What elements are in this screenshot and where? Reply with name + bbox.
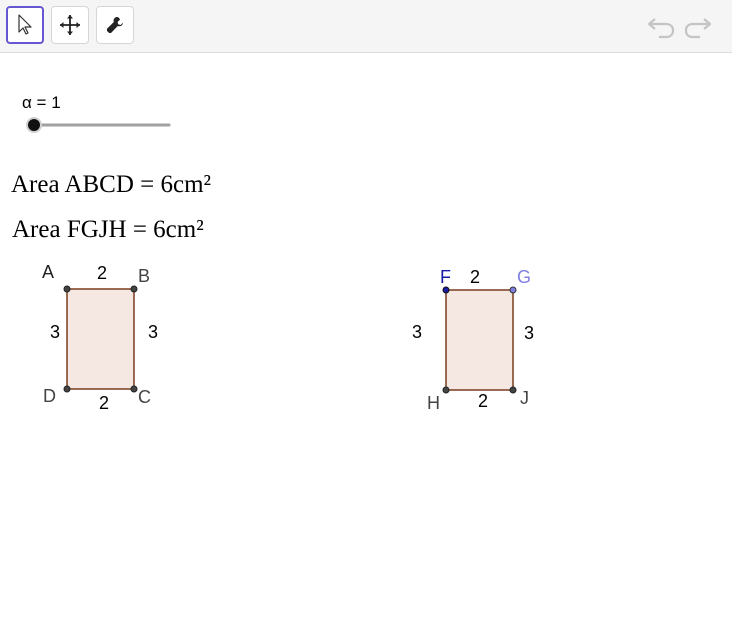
move-graphics-icon — [60, 15, 80, 35]
vertex-label-a: A — [42, 262, 54, 282]
vertex-label-c: C — [138, 387, 151, 407]
slider-label: α = 1 — [22, 93, 61, 112]
alpha-slider[interactable] — [20, 115, 180, 135]
graphics-view[interactable]: α = 1 Area ABCD = 6cm² Area FGJH = 6cm² … — [0, 53, 732, 627]
point-d[interactable] — [63, 385, 71, 393]
rectangle-fgjh[interactable] — [445, 289, 514, 391]
point-a[interactable] — [63, 285, 71, 293]
undo-icon — [647, 18, 675, 39]
area-abcd-text: Area ABCD = 6cm² — [11, 171, 212, 198]
vertex-label-b: B — [138, 266, 150, 286]
wrench-icon — [107, 17, 123, 33]
slider-knob[interactable] — [28, 119, 40, 131]
point-h[interactable] — [442, 386, 450, 394]
length-ab: 2 — [97, 263, 107, 283]
vertex-label-j: J — [520, 388, 529, 408]
point-b[interactable] — [130, 285, 138, 293]
select-tool-button[interactable] — [6, 6, 44, 44]
area-fgjh-text: Area FGJH = 6cm² — [12, 216, 204, 243]
point-j[interactable] — [509, 386, 517, 394]
point-g[interactable] — [509, 286, 517, 294]
point-c[interactable] — [130, 385, 138, 393]
toolbar — [0, 0, 732, 53]
undo-button[interactable] — [646, 12, 676, 40]
move-graphics-tool-button[interactable] — [51, 6, 89, 44]
geometry-layer: A B C D 2 2 3 3 F G H J 2 2 3 3 — [42, 262, 534, 413]
redo-button[interactable] — [683, 12, 713, 40]
point-f[interactable] — [442, 286, 450, 294]
vertex-label-g: G — [517, 267, 531, 287]
length-gj: 3 — [524, 323, 534, 343]
vertex-label-f: F — [440, 267, 451, 287]
vertex-label-d: D — [43, 386, 56, 406]
pointer-arrow-icon — [18, 14, 32, 35]
length-fg: 2 — [470, 267, 480, 287]
length-ad: 3 — [50, 322, 60, 342]
length-dc: 2 — [99, 393, 109, 413]
rectangle-abcd[interactable] — [66, 288, 135, 390]
length-fh: 3 — [412, 322, 422, 342]
settings-tool-button[interactable] — [96, 6, 134, 44]
vertex-label-h: H — [427, 393, 440, 413]
length-bc: 3 — [148, 322, 158, 342]
redo-icon — [684, 18, 712, 39]
length-hj: 2 — [478, 391, 488, 411]
